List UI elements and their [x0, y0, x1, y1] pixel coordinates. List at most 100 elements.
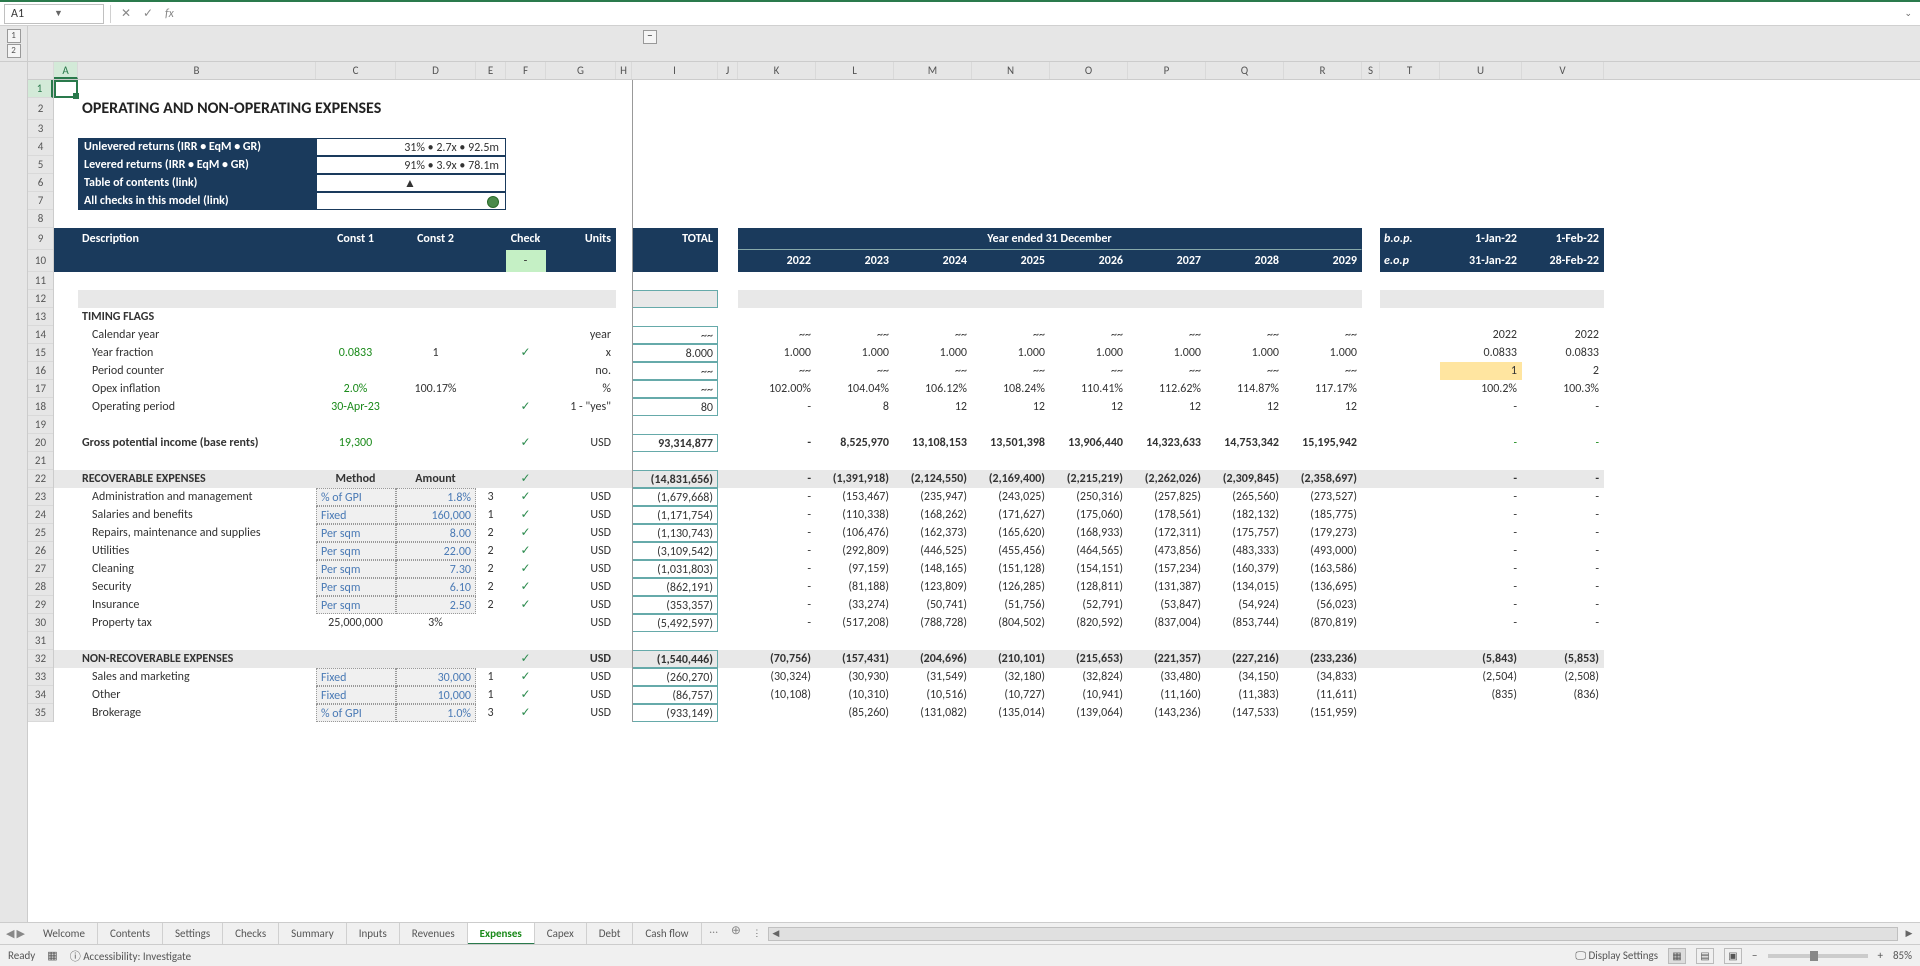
- cell[interactable]: USD: [546, 614, 616, 632]
- cell[interactable]: ✓: [506, 542, 546, 560]
- cell[interactable]: 80: [632, 398, 718, 416]
- cell[interactable]: USD: [546, 704, 616, 722]
- cell[interactable]: [1362, 488, 1380, 506]
- cell[interactable]: [396, 326, 476, 344]
- sheet-tab[interactable]: Checks: [223, 923, 279, 945]
- cell[interactable]: (5,492,597): [632, 614, 718, 632]
- cell[interactable]: (54,924): [1206, 596, 1284, 614]
- col-header[interactable]: V: [1522, 62, 1604, 79]
- cell[interactable]: (175,060): [1050, 506, 1128, 524]
- row-header[interactable]: 8: [28, 210, 53, 228]
- scroll-right-icon[interactable]: ▶: [1902, 928, 1916, 939]
- cell[interactable]: [54, 686, 78, 704]
- cell[interactable]: [718, 596, 738, 614]
- cell[interactable]: [616, 614, 632, 632]
- cell[interactable]: [1362, 326, 1380, 344]
- cell[interactable]: 1: [476, 668, 506, 686]
- cell[interactable]: 2022: [1440, 326, 1522, 344]
- col-header[interactable]: N: [972, 62, 1050, 79]
- cell[interactable]: ✓: [506, 434, 546, 452]
- cell[interactable]: [718, 398, 738, 416]
- cell[interactable]: (175,757): [1206, 524, 1284, 542]
- cell[interactable]: Gross potential income (base rents): [78, 434, 316, 452]
- cell[interactable]: [616, 524, 632, 542]
- row-header[interactable]: 3: [28, 120, 53, 138]
- cell[interactable]: Period counter: [78, 362, 316, 380]
- cell[interactable]: (215,653): [1050, 650, 1128, 668]
- cell[interactable]: -: [738, 470, 816, 488]
- cell[interactable]: [54, 380, 78, 398]
- cell[interactable]: ~~: [894, 326, 972, 344]
- cell[interactable]: [1380, 668, 1440, 686]
- cell[interactable]: -: [1440, 560, 1522, 578]
- cell[interactable]: 1.000: [972, 344, 1050, 362]
- cell[interactable]: Fixed: [316, 686, 396, 704]
- cell[interactable]: [616, 542, 632, 560]
- cell[interactable]: [1380, 344, 1440, 362]
- cell[interactable]: 1.0%: [396, 704, 476, 722]
- cell[interactable]: (135,014): [972, 704, 1050, 722]
- cell[interactable]: [54, 524, 78, 542]
- cell[interactable]: [506, 614, 546, 632]
- cell[interactable]: [54, 362, 78, 380]
- cell[interactable]: (134,015): [1206, 578, 1284, 596]
- cell[interactable]: (178,561): [1128, 506, 1206, 524]
- col-header[interactable]: K: [738, 62, 816, 79]
- formula-input[interactable]: [182, 4, 1897, 24]
- cell[interactable]: (10,108): [738, 686, 816, 704]
- row-header[interactable]: 16: [28, 362, 53, 380]
- col-header[interactable]: B: [78, 62, 316, 79]
- sheet-tab[interactable]: Welcome: [31, 923, 98, 945]
- cell[interactable]: [1380, 524, 1440, 542]
- cell[interactable]: -: [1522, 524, 1604, 542]
- cell[interactable]: 30-Apr-23: [316, 398, 396, 416]
- cell[interactable]: [54, 578, 78, 596]
- cell[interactable]: ✓: [506, 506, 546, 524]
- cell[interactable]: (250,316): [1050, 488, 1128, 506]
- cell[interactable]: Per sqm: [316, 578, 396, 596]
- col-header[interactable]: R: [1284, 62, 1362, 79]
- cell[interactable]: (168,262): [894, 506, 972, 524]
- cell[interactable]: [54, 344, 78, 362]
- cell[interactable]: ✓: [506, 668, 546, 686]
- cell[interactable]: -: [1522, 614, 1604, 632]
- cell[interactable]: -: [738, 524, 816, 542]
- cell[interactable]: (3,109,542): [632, 542, 718, 560]
- cell[interactable]: [54, 596, 78, 614]
- cell[interactable]: % of GPI: [316, 704, 396, 722]
- sheet-tab-active[interactable]: Expenses: [468, 923, 535, 945]
- cell[interactable]: [1380, 434, 1440, 452]
- cell[interactable]: -: [1522, 470, 1604, 488]
- fx-icon[interactable]: fx: [161, 7, 178, 21]
- cell[interactable]: [1362, 524, 1380, 542]
- cell[interactable]: ✓: [506, 596, 546, 614]
- cell[interactable]: (260,270): [632, 668, 718, 686]
- cell[interactable]: (139,064): [1050, 704, 1128, 722]
- cell[interactable]: Security: [78, 578, 316, 596]
- cell[interactable]: 160,000: [396, 506, 476, 524]
- cell[interactable]: ~~: [1128, 326, 1206, 344]
- cell[interactable]: 93,314,877: [632, 434, 718, 452]
- cell[interactable]: ~~: [1284, 326, 1362, 344]
- select-all-corner[interactable]: [28, 62, 54, 79]
- cell[interactable]: [396, 650, 476, 668]
- cell[interactable]: (123,809): [894, 578, 972, 596]
- cell[interactable]: (185,775): [1284, 506, 1362, 524]
- cell[interactable]: 7.30: [396, 560, 476, 578]
- cell[interactable]: 100.3%: [1522, 380, 1604, 398]
- cell[interactable]: 1.000: [738, 344, 816, 362]
- cell[interactable]: [1362, 506, 1380, 524]
- cell[interactable]: 15,195,942: [1284, 434, 1362, 452]
- cell[interactable]: [718, 560, 738, 578]
- cell[interactable]: 2022: [1522, 326, 1604, 344]
- cell[interactable]: [54, 650, 78, 668]
- cell[interactable]: (33,480): [1128, 668, 1206, 686]
- cell[interactable]: 25,000,000: [316, 614, 396, 632]
- cell[interactable]: USD: [546, 668, 616, 686]
- cell[interactable]: [616, 362, 632, 380]
- cell[interactable]: [718, 686, 738, 704]
- col-header[interactable]: S: [1362, 62, 1380, 79]
- cell[interactable]: 13,906,440: [1050, 434, 1128, 452]
- display-settings-button[interactable]: 🖵 Display Settings: [1575, 949, 1658, 963]
- row-header[interactable]: 17: [28, 380, 53, 398]
